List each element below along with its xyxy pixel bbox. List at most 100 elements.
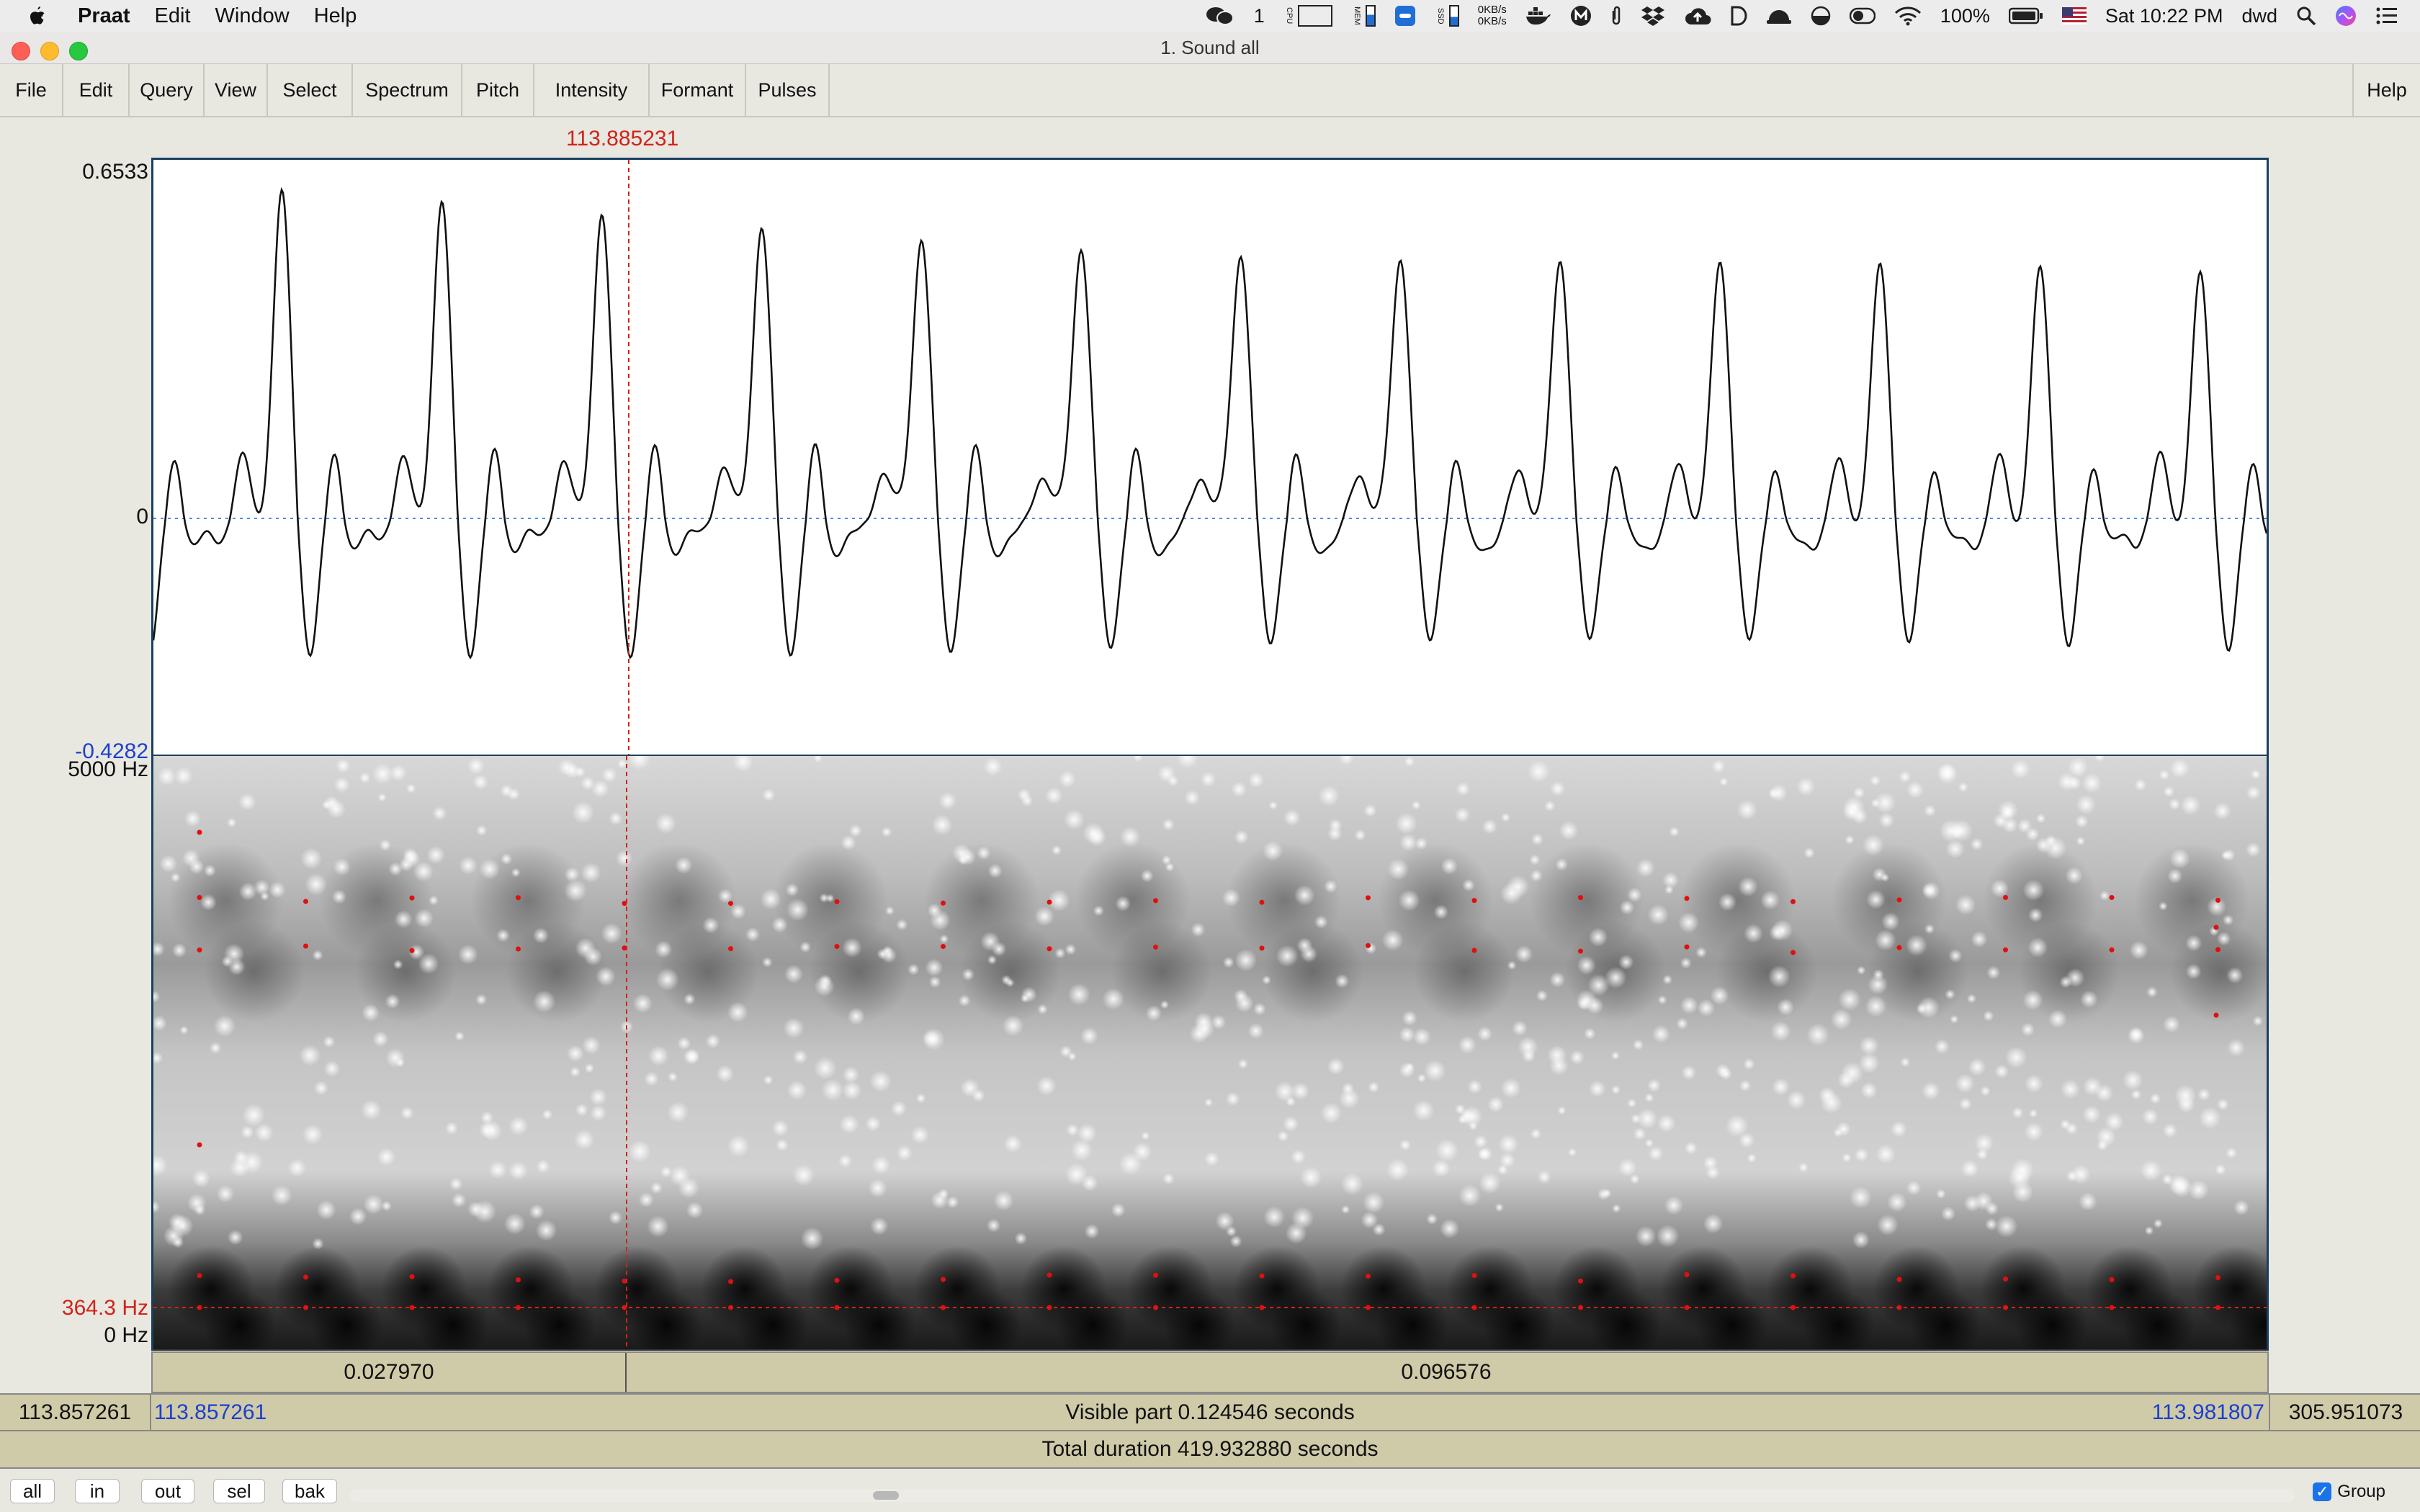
mem-monitor[interactable]: MEM <box>1351 5 1376 27</box>
speckle <box>1865 995 1887 1017</box>
toggle-switch-icon[interactable] <box>1849 7 1876 24</box>
speckle <box>2226 1147 2237 1159</box>
speckle <box>1738 876 1758 897</box>
menu-window[interactable]: Window <box>215 4 290 28</box>
right-segment-duration[interactable]: 0.096576 <box>627 1353 2266 1392</box>
battery-percent: 100% <box>1940 4 1990 27</box>
visible-end-time[interactable]: 113.981807 <box>2152 1395 2264 1430</box>
dns-toggle-icon[interactable] <box>1394 5 1416 27</box>
menu-intensity[interactable]: Intensity <box>534 64 650 116</box>
close-window-button[interactable] <box>12 42 30 60</box>
speckle <box>1294 884 1315 906</box>
wechat-icon[interactable] <box>1205 5 1235 27</box>
speckle <box>1237 1058 1249 1069</box>
menu-pitch[interactable]: Pitch <box>462 64 534 116</box>
docker-icon[interactable] <box>1525 6 1551 26</box>
speckle <box>762 788 776 802</box>
visible-duration[interactable]: Visible part 0.124546 seconds <box>151 1395 2269 1430</box>
menubar-user[interactable]: dwd <box>2241 5 2277 27</box>
dropbox-icon[interactable] <box>1641 5 1665 27</box>
total-duration-row[interactable]: Total duration 419.932880 seconds <box>0 1431 2420 1469</box>
d-app-icon[interactable] <box>1730 5 1747 27</box>
menu-query[interactable]: Query <box>130 64 205 116</box>
battery-icon[interactable] <box>2008 7 2043 24</box>
menu-select[interactable]: Select <box>268 64 353 116</box>
paperclip-icon[interactable] <box>1610 5 1622 27</box>
speckle <box>2250 769 2261 780</box>
zoom-out-button[interactable]: out <box>141 1479 194 1503</box>
control-center-icon[interactable] <box>2375 6 2398 25</box>
apple-icon[interactable] <box>27 5 46 27</box>
speckle <box>1760 890 1780 910</box>
spectrogram-plot[interactable] <box>153 756 2267 1349</box>
ssd-monitor[interactable]: SSD <box>1435 5 1459 27</box>
siri-icon[interactable] <box>2335 5 2357 27</box>
m-icon[interactable] <box>1570 5 1592 27</box>
menu-pulses[interactable]: Pulses <box>746 64 830 116</box>
menubar-clock[interactable]: Sat 10:22 PM <box>2105 5 2223 27</box>
speckle <box>946 1195 959 1209</box>
speckle <box>1300 945 1318 963</box>
speckle <box>2060 1079 2081 1099</box>
formant-dot <box>303 1274 308 1280</box>
speckle <box>865 1115 882 1132</box>
speckle <box>1881 912 1900 931</box>
formant-dot <box>941 944 946 950</box>
speckle <box>1363 804 1377 817</box>
speckle <box>2027 937 2048 958</box>
speckle <box>2185 963 2202 980</box>
speckle <box>799 941 812 953</box>
formant-dot <box>1684 944 1690 950</box>
menu-spectrum[interactable]: Spectrum <box>353 64 462 116</box>
menu-help[interactable]: Help <box>314 4 357 28</box>
menu-app-praat[interactable]: Praat <box>78 4 130 28</box>
zoom-window-button[interactable] <box>69 42 88 60</box>
cpu-monitor[interactable]: CPU <box>1283 5 1332 27</box>
left-segment-duration[interactable]: 0.027970 <box>153 1353 627 1392</box>
speckle <box>1141 1131 1150 1140</box>
speckle <box>254 879 270 896</box>
zoom-to-selection-button[interactable]: sel <box>213 1479 265 1503</box>
zoom-in-button[interactable]: in <box>75 1479 120 1503</box>
speckle <box>479 858 501 880</box>
menu-file[interactable]: File <box>0 64 63 116</box>
horizontal-scrollbar[interactable] <box>350 1489 2295 1502</box>
speckle <box>1842 802 1861 821</box>
speckle <box>2022 879 2045 901</box>
menu-view[interactable]: View <box>205 64 268 116</box>
speckle <box>1736 799 1757 820</box>
speckle <box>1806 1023 1829 1046</box>
zoom-back-button[interactable]: bak <box>282 1479 337 1503</box>
scrollbar-thumb[interactable] <box>873 1491 899 1500</box>
speckle <box>312 1238 324 1250</box>
speckle <box>163 1225 184 1247</box>
speckle <box>1873 969 1884 981</box>
formant-dot <box>2003 1276 2008 1282</box>
speckle <box>582 1036 601 1055</box>
waveform-plot[interactable] <box>152 160 2268 755</box>
speckle <box>1768 788 1779 799</box>
window-start-time[interactable]: 113.857261 <box>0 1395 151 1430</box>
waveform-panel[interactable] <box>151 158 2269 757</box>
speckle <box>1945 989 1955 1000</box>
menu-edit[interactable]: Edit <box>155 4 191 28</box>
menu-edit[interactable]: Edit <box>63 64 130 116</box>
speckle <box>1381 929 1404 951</box>
zoom-all-button[interactable]: all <box>10 1479 55 1503</box>
menu-formant[interactable]: Formant <box>650 64 746 116</box>
network-speed[interactable]: 0KB/s 0KB/s <box>1478 4 1507 27</box>
speckle <box>299 1045 321 1066</box>
cloud-upload-icon[interactable] <box>1684 6 1711 26</box>
spotlight-search-icon[interactable] <box>2296 6 2316 26</box>
formant-dot <box>197 947 202 953</box>
window-end-time[interactable]: 305.951073 <box>2269 1395 2420 1430</box>
spectrogram-panel[interactable] <box>151 756 2269 1351</box>
menu-help[interactable]: Help <box>2352 64 2420 116</box>
theme-toggle-icon[interactable] <box>1811 6 1831 26</box>
formant-dot <box>834 1277 840 1283</box>
us-flag-icon[interactable] <box>2061 7 2087 24</box>
group-checkbox[interactable]: ✓ Group <box>2313 1482 2385 1502</box>
wifi-icon[interactable] <box>1894 6 1922 26</box>
cap-icon[interactable] <box>1766 6 1792 26</box>
minimize-window-button[interactable] <box>40 42 59 60</box>
